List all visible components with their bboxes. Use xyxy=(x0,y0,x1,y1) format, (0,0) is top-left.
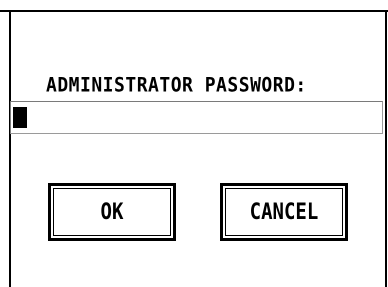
password-input[interactable] xyxy=(10,101,383,134)
ok-button-label: OK xyxy=(100,199,124,225)
password-dialog: ADMINISTRATOR PASSWORD: OK CANCEL xyxy=(0,0,388,287)
text-cursor xyxy=(13,107,27,128)
dialog-frame-left xyxy=(9,10,11,287)
dialog-frame-right xyxy=(385,10,387,287)
ok-button[interactable]: OK xyxy=(48,183,176,241)
cancel-button[interactable]: CANCEL xyxy=(220,183,348,241)
dialog-frame-top xyxy=(0,10,388,12)
cancel-button-label: CANCEL xyxy=(249,199,319,225)
password-prompt-label: ADMINISTRATOR PASSWORD: xyxy=(46,74,307,98)
